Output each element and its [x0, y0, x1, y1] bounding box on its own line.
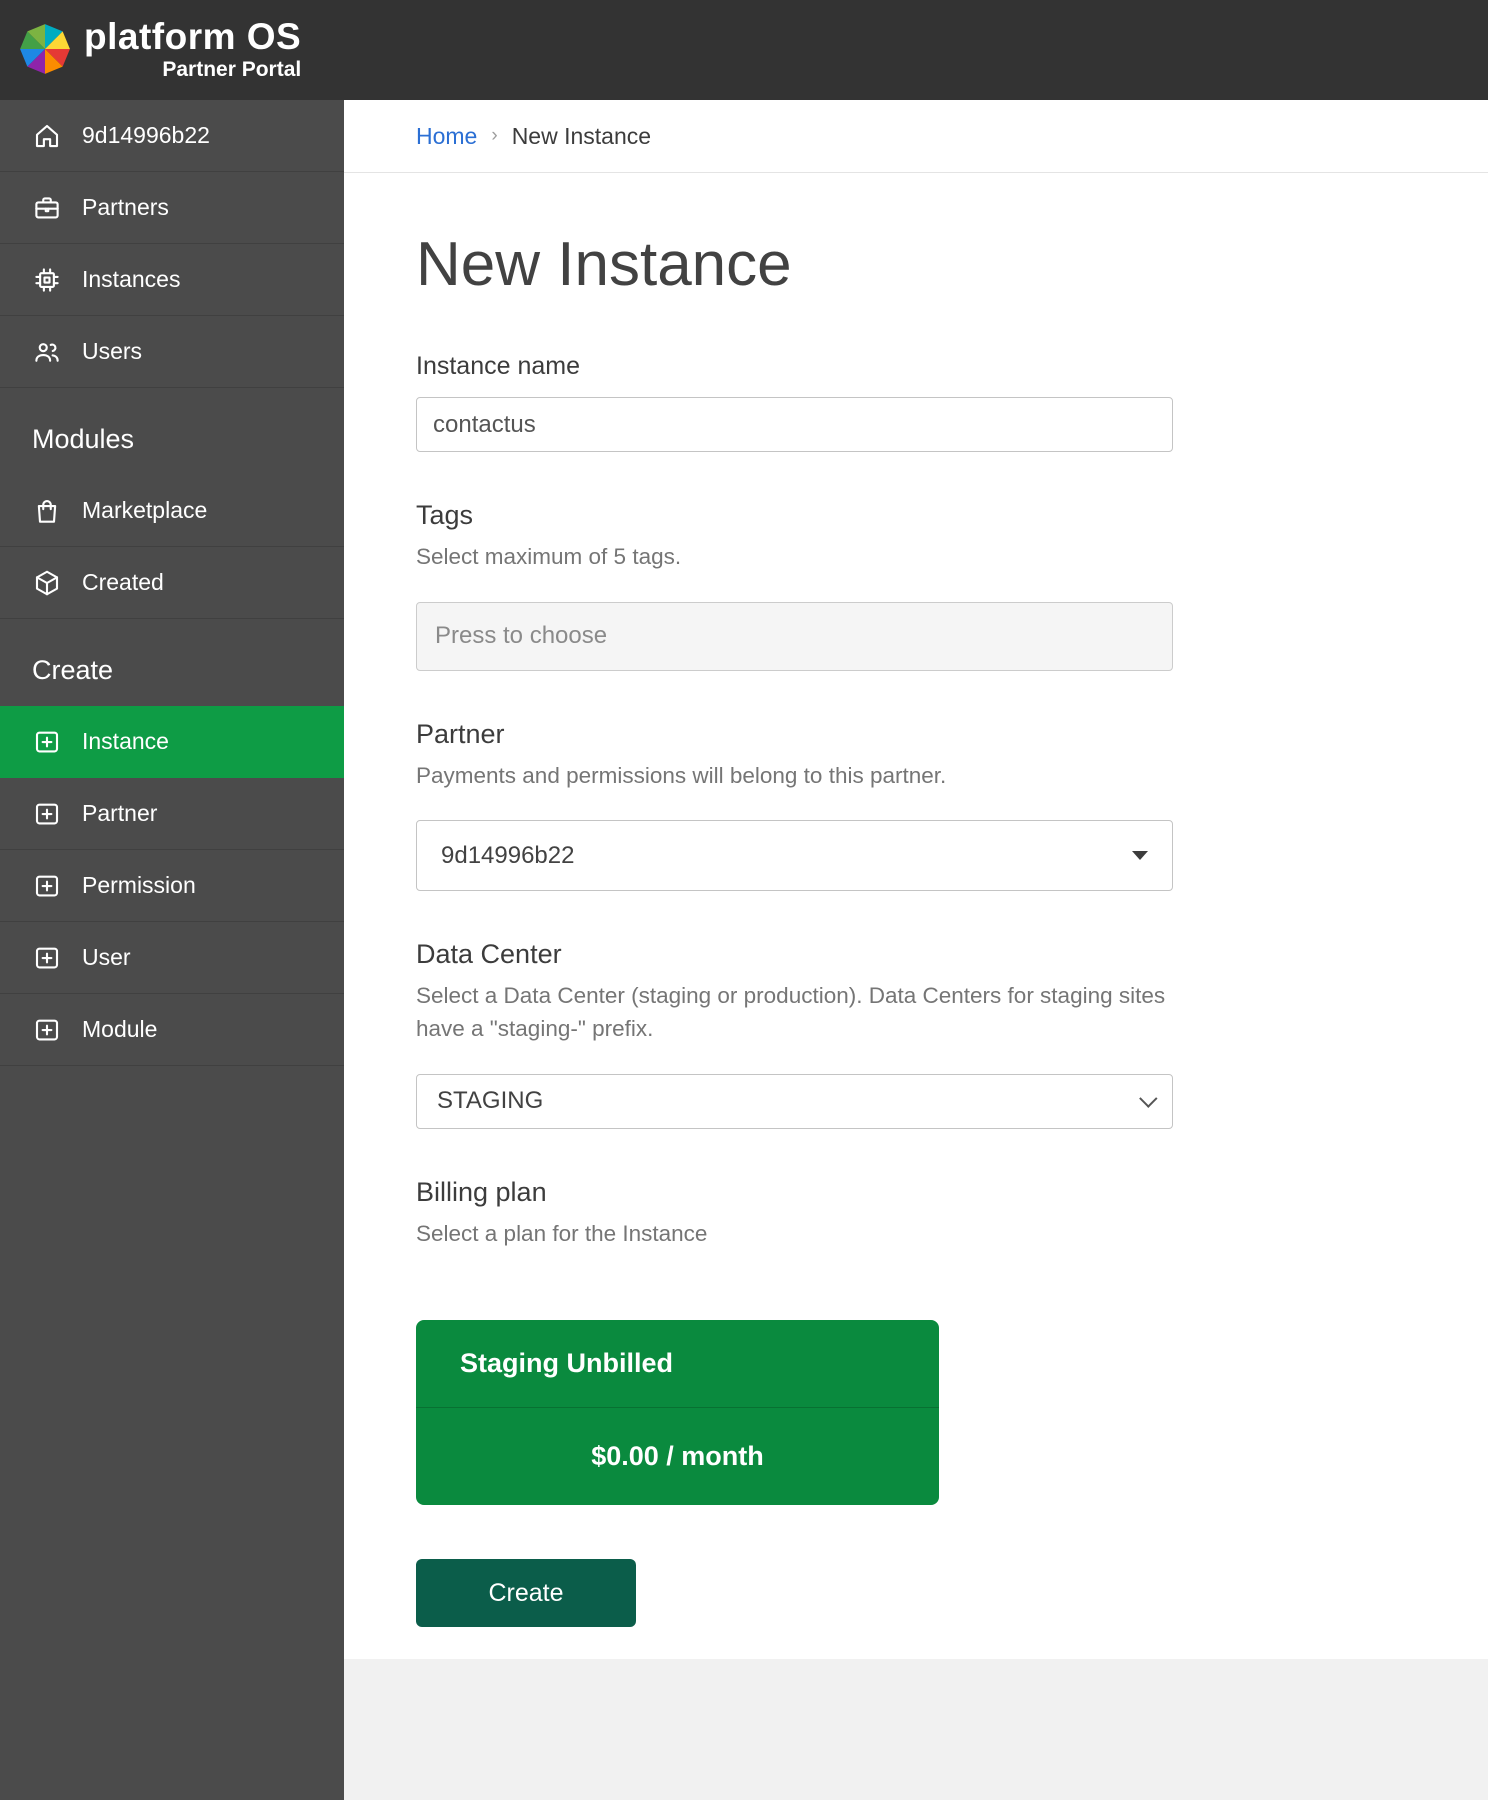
sidebar-item-created[interactable]: Created	[0, 547, 344, 619]
billing-plan-price: $0.00 / month	[591, 1441, 764, 1472]
bag-icon	[32, 496, 62, 526]
billing-helper: Select a plan for the Instance	[416, 1220, 708, 1246]
top-bar: platform OS Partner Portal	[0, 0, 1488, 100]
tags-input[interactable]	[416, 601, 1173, 671]
sidebar-item-partners[interactable]: Partners	[0, 172, 344, 244]
sidebar-item-instances[interactable]: Instances	[0, 244, 344, 316]
data-center-select[interactable]: STAGING	[416, 1073, 1173, 1129]
chip-icon	[32, 265, 62, 295]
sidebar-item-create-instance[interactable]: Instance	[0, 706, 344, 778]
plus-square-icon	[32, 727, 62, 757]
sidebar: 9d14996b22 Partners Instances Users Modu…	[0, 100, 344, 1800]
data-center-helper: Select a Data Center (staging or product…	[416, 983, 1166, 1041]
breadcrumb-home-link[interactable]: Home	[416, 123, 477, 150]
box-icon	[32, 568, 62, 598]
create-button[interactable]: Create	[416, 1559, 636, 1628]
partner-group: Partner Payments and permissions will be…	[416, 719, 1416, 892]
platformos-logo[interactable]: platform OS Partner Portal	[18, 15, 302, 83]
sidebar-item-label: Marketplace	[82, 497, 208, 523]
footer-area	[344, 1659, 1488, 1800]
sidebar-item-label: User	[82, 944, 131, 970]
tags-label: Tags	[416, 500, 474, 530]
main-content: Home › New Instance New Instance Instanc…	[344, 100, 1488, 1800]
data-center-label: Data Center	[416, 939, 562, 970]
sidebar-item-label: Instance	[82, 728, 169, 754]
plus-square-icon	[32, 799, 62, 829]
breadcrumb: Home › New Instance	[344, 100, 1488, 173]
sidebar-item-label: Partners	[82, 194, 169, 220]
instance-name-group: Instance name	[416, 352, 1416, 452]
data-center-group: Data Center Select a Data Center (stagin…	[416, 939, 1416, 1129]
chevron-down-icon	[1139, 1088, 1158, 1108]
plus-square-icon	[32, 943, 62, 973]
sidebar-item-create-partner[interactable]: Partner	[0, 778, 344, 850]
breadcrumb-separator: ›	[491, 125, 498, 146]
home-icon	[32, 121, 62, 151]
billing-label: Billing plan	[416, 1176, 547, 1207]
platformos-logo-icon	[20, 23, 70, 74]
sidebar-item-label: Created	[82, 569, 164, 595]
billing-plan-card[interactable]: Staging Unbilled $0.00 / month	[416, 1320, 939, 1506]
tags-helper: Select maximum of 5 tags.	[416, 544, 682, 569]
users-icon	[32, 337, 62, 367]
instance-name-label: Instance name	[416, 352, 580, 380]
sidebar-item-label: Permission	[82, 872, 196, 898]
partner-helper: Payments and permissions will belong to …	[416, 762, 947, 788]
sidebar-item-label: Users	[82, 338, 143, 364]
plus-square-icon	[32, 1015, 62, 1045]
plus-square-icon	[32, 871, 62, 901]
partner-select[interactable]: 9d14996b22	[416, 820, 1173, 892]
briefcase-icon	[32, 193, 62, 223]
partner-label: Partner	[416, 718, 505, 749]
sidebar-item-create-module[interactable]: Module	[0, 994, 344, 1066]
caret-down-icon	[1132, 851, 1148, 861]
logo-title: platform OS	[84, 15, 302, 57]
breadcrumb-current: New Instance	[511, 122, 652, 149]
app-window: platform OS Partner Portal 9d14996b22 Pa…	[0, 0, 1488, 1800]
instance-name-input[interactable]	[416, 397, 1173, 452]
logo-subtitle: Partner Portal	[162, 58, 302, 82]
billing-plan-name: Staging Unbilled	[416, 1320, 939, 1409]
sidebar-item-label: Module	[82, 1016, 158, 1042]
sidebar-item-label: Partner	[82, 800, 158, 826]
partner-select-value: 9d14996b22	[441, 841, 575, 869]
sidebar-section-create: Create	[32, 655, 114, 685]
sidebar-item-partner-home[interactable]: 9d14996b22	[0, 100, 344, 172]
sidebar-section-modules: Modules	[32, 424, 135, 454]
sidebar-item-label: Instances	[82, 266, 181, 292]
sidebar-item-create-user[interactable]: User	[0, 922, 344, 994]
tags-group: Tags Select maximum of 5 tags.	[416, 500, 1416, 671]
page-title: New Instance	[416, 230, 792, 299]
sidebar-item-label: 9d14996b22	[82, 122, 210, 148]
sidebar-item-marketplace[interactable]: Marketplace	[0, 475, 344, 547]
sidebar-item-users[interactable]: Users	[0, 316, 344, 388]
sidebar-item-create-permission[interactable]: Permission	[0, 850, 344, 922]
data-center-select-value: STAGING	[437, 1087, 544, 1114]
billing-group: Billing plan Select a plan for the Insta…	[416, 1177, 1416, 1506]
